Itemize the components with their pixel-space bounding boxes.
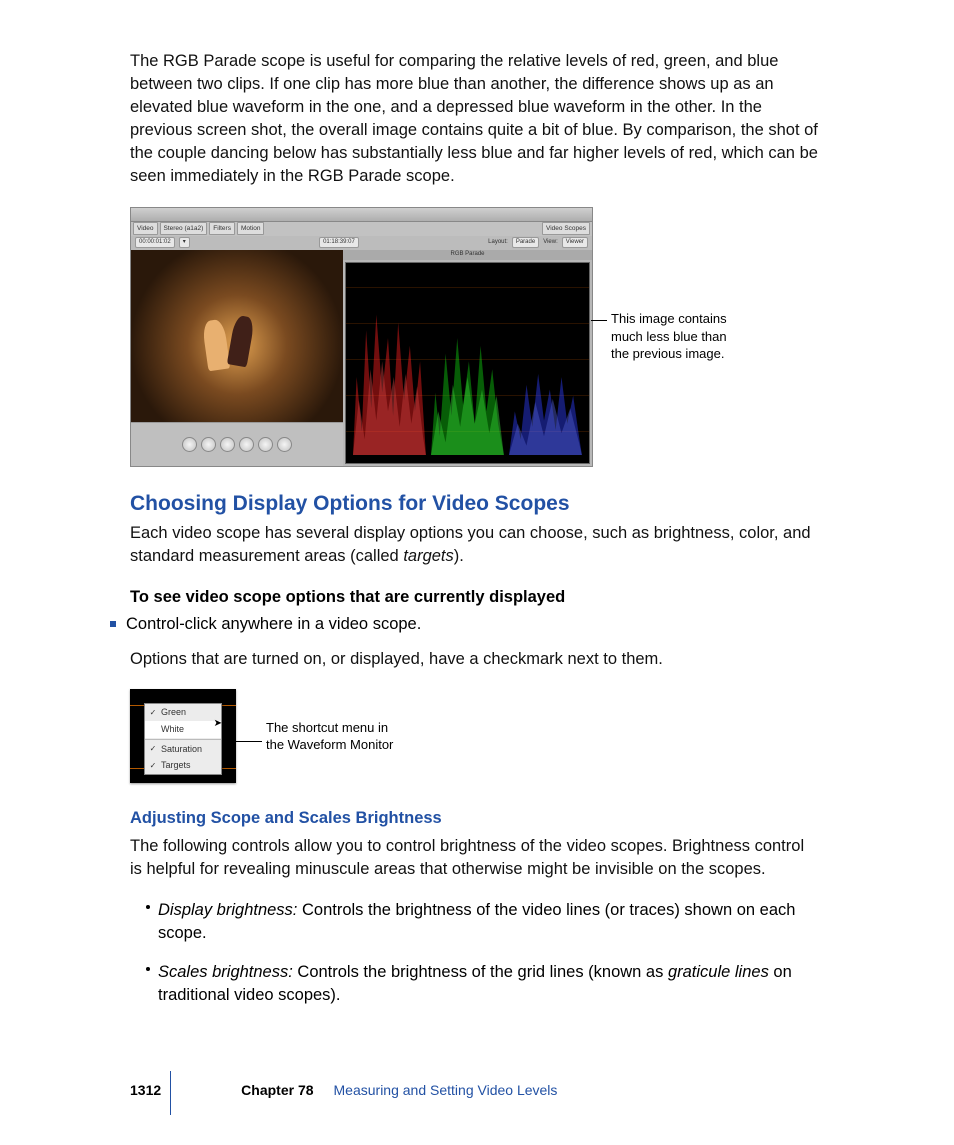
intro-paragraph: The RGB Parade scope is useful for compa…	[130, 50, 820, 189]
tab-motion[interactable]: Motion	[237, 222, 265, 235]
bullet-icon	[146, 967, 150, 971]
heading-choosing-display-options: Choosing Display Options for Video Scope…	[130, 489, 820, 518]
transport-stop-icon[interactable]	[220, 437, 235, 452]
scope-title: RGB Parade	[343, 250, 592, 260]
heading-adjusting-brightness: Adjusting Scope and Scales Brightness	[130, 807, 820, 830]
viewer-toolbar: 00:00:01:02 ▾ 01:18:39:07 Layout: Parade…	[131, 236, 592, 250]
bullet-icon	[146, 905, 150, 909]
menu-item-targets[interactable]: ✓Targets	[145, 757, 221, 774]
timecode-left: 00:00:01:02	[135, 237, 175, 247]
procedure-note: Options that are turned on, or displayed…	[130, 648, 820, 671]
page-footer: 1312 Chapter 78 Measuring and Setting Vi…	[130, 1081, 557, 1101]
menu-item-white[interactable]: White	[145, 721, 221, 738]
section-intro-para: Each video scope has several display opt…	[130, 522, 820, 568]
chapter-label: Chapter 78	[241, 1081, 313, 1101]
context-menu[interactable]: ✓Green White ✓Saturation ✓Targets	[144, 703, 222, 774]
menu-item-saturation[interactable]: ✓Saturation	[145, 741, 221, 758]
layout-dropdown[interactable]: Parade	[512, 237, 539, 247]
viewer-tabs: Video Stereo (a1a2) Filters Motion Video…	[131, 222, 592, 236]
waveform-green	[431, 299, 504, 455]
menu-callout: The shortcut menu in the Waveform Monito…	[266, 719, 393, 754]
list-item: Scales brightness: Controls the brightne…	[146, 961, 820, 1007]
procedure-heading: To see video scope options that are curr…	[130, 586, 820, 609]
transport-controls	[131, 422, 343, 466]
layout-label: Layout:	[488, 238, 508, 246]
transport-loop-icon[interactable]	[258, 437, 273, 452]
figure-callout: This image contains much less blue than …	[611, 310, 781, 363]
zoom-chip[interactable]: ▾	[179, 237, 190, 247]
waveform-red	[353, 299, 426, 455]
checkmark-icon: ✓	[149, 760, 157, 771]
transport-play-icon[interactable]	[201, 437, 216, 452]
checkmark-icon: ✓	[149, 707, 157, 718]
tab-filters[interactable]: Filters	[209, 222, 235, 235]
tab-video[interactable]: Video	[133, 222, 158, 235]
view-dropdown[interactable]: Viewer	[562, 237, 588, 247]
brightness-intro-para: The following controls allow you to cont…	[130, 835, 820, 881]
tab-video-scopes[interactable]: Video Scopes	[542, 222, 590, 235]
figure-shortcut-menu: ✓Green White ✓Saturation ✓Targets ➤ The …	[130, 689, 820, 783]
transport-prev-icon[interactable]	[182, 437, 197, 452]
figure-rgb-parade: Video Stereo (a1a2) Filters Motion Video…	[130, 207, 820, 467]
transport-next-icon[interactable]	[239, 437, 254, 452]
view-label: View:	[543, 238, 558, 246]
rgb-parade-scope[interactable]	[345, 262, 590, 464]
page-number: 1312	[130, 1081, 161, 1101]
checkmark-icon: ✓	[149, 743, 157, 754]
transport-end-icon[interactable]	[277, 437, 292, 452]
cursor-icon: ➤	[214, 717, 222, 731]
preview-image	[131, 250, 343, 422]
window-titlebar	[131, 208, 592, 222]
procedure-step: Control-click anywhere in a video scope.	[130, 613, 820, 636]
definition-list: Display brightness: Controls the brightn…	[146, 899, 820, 1007]
menu-item-green[interactable]: ✓Green	[145, 704, 221, 721]
square-bullet-icon	[110, 621, 116, 627]
chapter-title: Measuring and Setting Video Levels	[334, 1081, 558, 1101]
tab-stereo[interactable]: Stereo (a1a2)	[160, 222, 208, 235]
waveform-blue	[509, 299, 582, 455]
list-item: Display brightness: Controls the brightn…	[146, 899, 820, 945]
timecode-right: 01:18:39:07	[319, 237, 359, 247]
screenshot-viewer-scopes: Video Stereo (a1a2) Filters Motion Video…	[130, 207, 593, 467]
screenshot-context-menu: ✓Green White ✓Saturation ✓Targets ➤	[130, 689, 236, 783]
